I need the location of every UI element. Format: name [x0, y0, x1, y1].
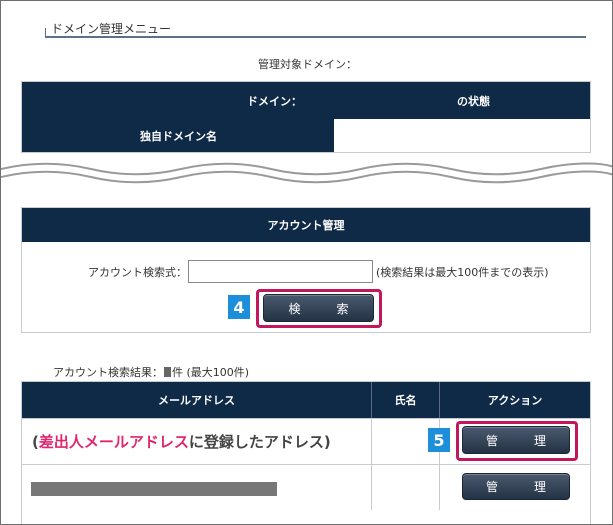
custom-domain-label: 独自ドメイン名: [22, 119, 334, 152]
col-action: アクション: [487, 394, 543, 407]
col-email-address: メールアドレス: [22, 382, 372, 418]
step-4-badge: 4: [228, 295, 250, 319]
results-table-header: メールアドレス 氏名 アクション: [22, 382, 590, 418]
search-results-label: アカウント検索結果： 件 (最大100件): [53, 364, 249, 380]
name-cell: [372, 465, 440, 510]
domain-status-header: の状態: [457, 94, 490, 108]
note-highlight: 差出人メールアドレス: [38, 433, 189, 451]
account-search-label: アカウント検索式：: [88, 266, 187, 279]
domain-row: 独自ドメイン名: [22, 119, 590, 152]
step-5-badge: 5: [428, 428, 450, 452]
menu-title: ドメイン管理メニュー: [51, 22, 172, 36]
manage-button[interactable]: 管 理: [462, 426, 570, 454]
custom-domain-value: [334, 119, 590, 152]
note-rest: に登録したアドレス): [188, 433, 331, 451]
col-name: 氏名: [372, 382, 440, 418]
domain-table-header: ドメイン： の状態: [22, 82, 590, 119]
domain-header-label: ドメイン：: [247, 94, 302, 108]
results-label-prefix: アカウント検索結果：: [53, 366, 163, 379]
note-open-paren: (: [32, 433, 39, 451]
search-button[interactable]: 検 索: [263, 294, 374, 322]
domain-table: ドメイン： の状態 独自ドメイン名: [21, 81, 591, 153]
results-label-suffix: 件 (最大100件): [172, 366, 250, 379]
target-domain-label: 管理対象ドメイン：: [258, 58, 357, 71]
search-limit-hint: (検索結果は最大100件までの表示): [376, 266, 549, 279]
redacted-count: [164, 367, 171, 377]
email-cell: (差出人メールアドレスに登録したアドレス): [22, 419, 372, 464]
page-frame: ドメイン管理メニュー 管理対象ドメイン： ドメイン： の状態 独自ドメイン名 ア…: [0, 0, 613, 525]
sender-address-note: (差出人メールアドレスに登録したアドレス): [32, 431, 331, 452]
account-management-header: アカウント管理: [22, 208, 590, 242]
section-break-wave: [1, 162, 612, 184]
redacted-email-address: [31, 482, 277, 496]
manage-button[interactable]: 管 理: [462, 473, 570, 500]
account-search-input[interactable]: [188, 260, 373, 283]
menu-underline: [45, 36, 586, 38]
